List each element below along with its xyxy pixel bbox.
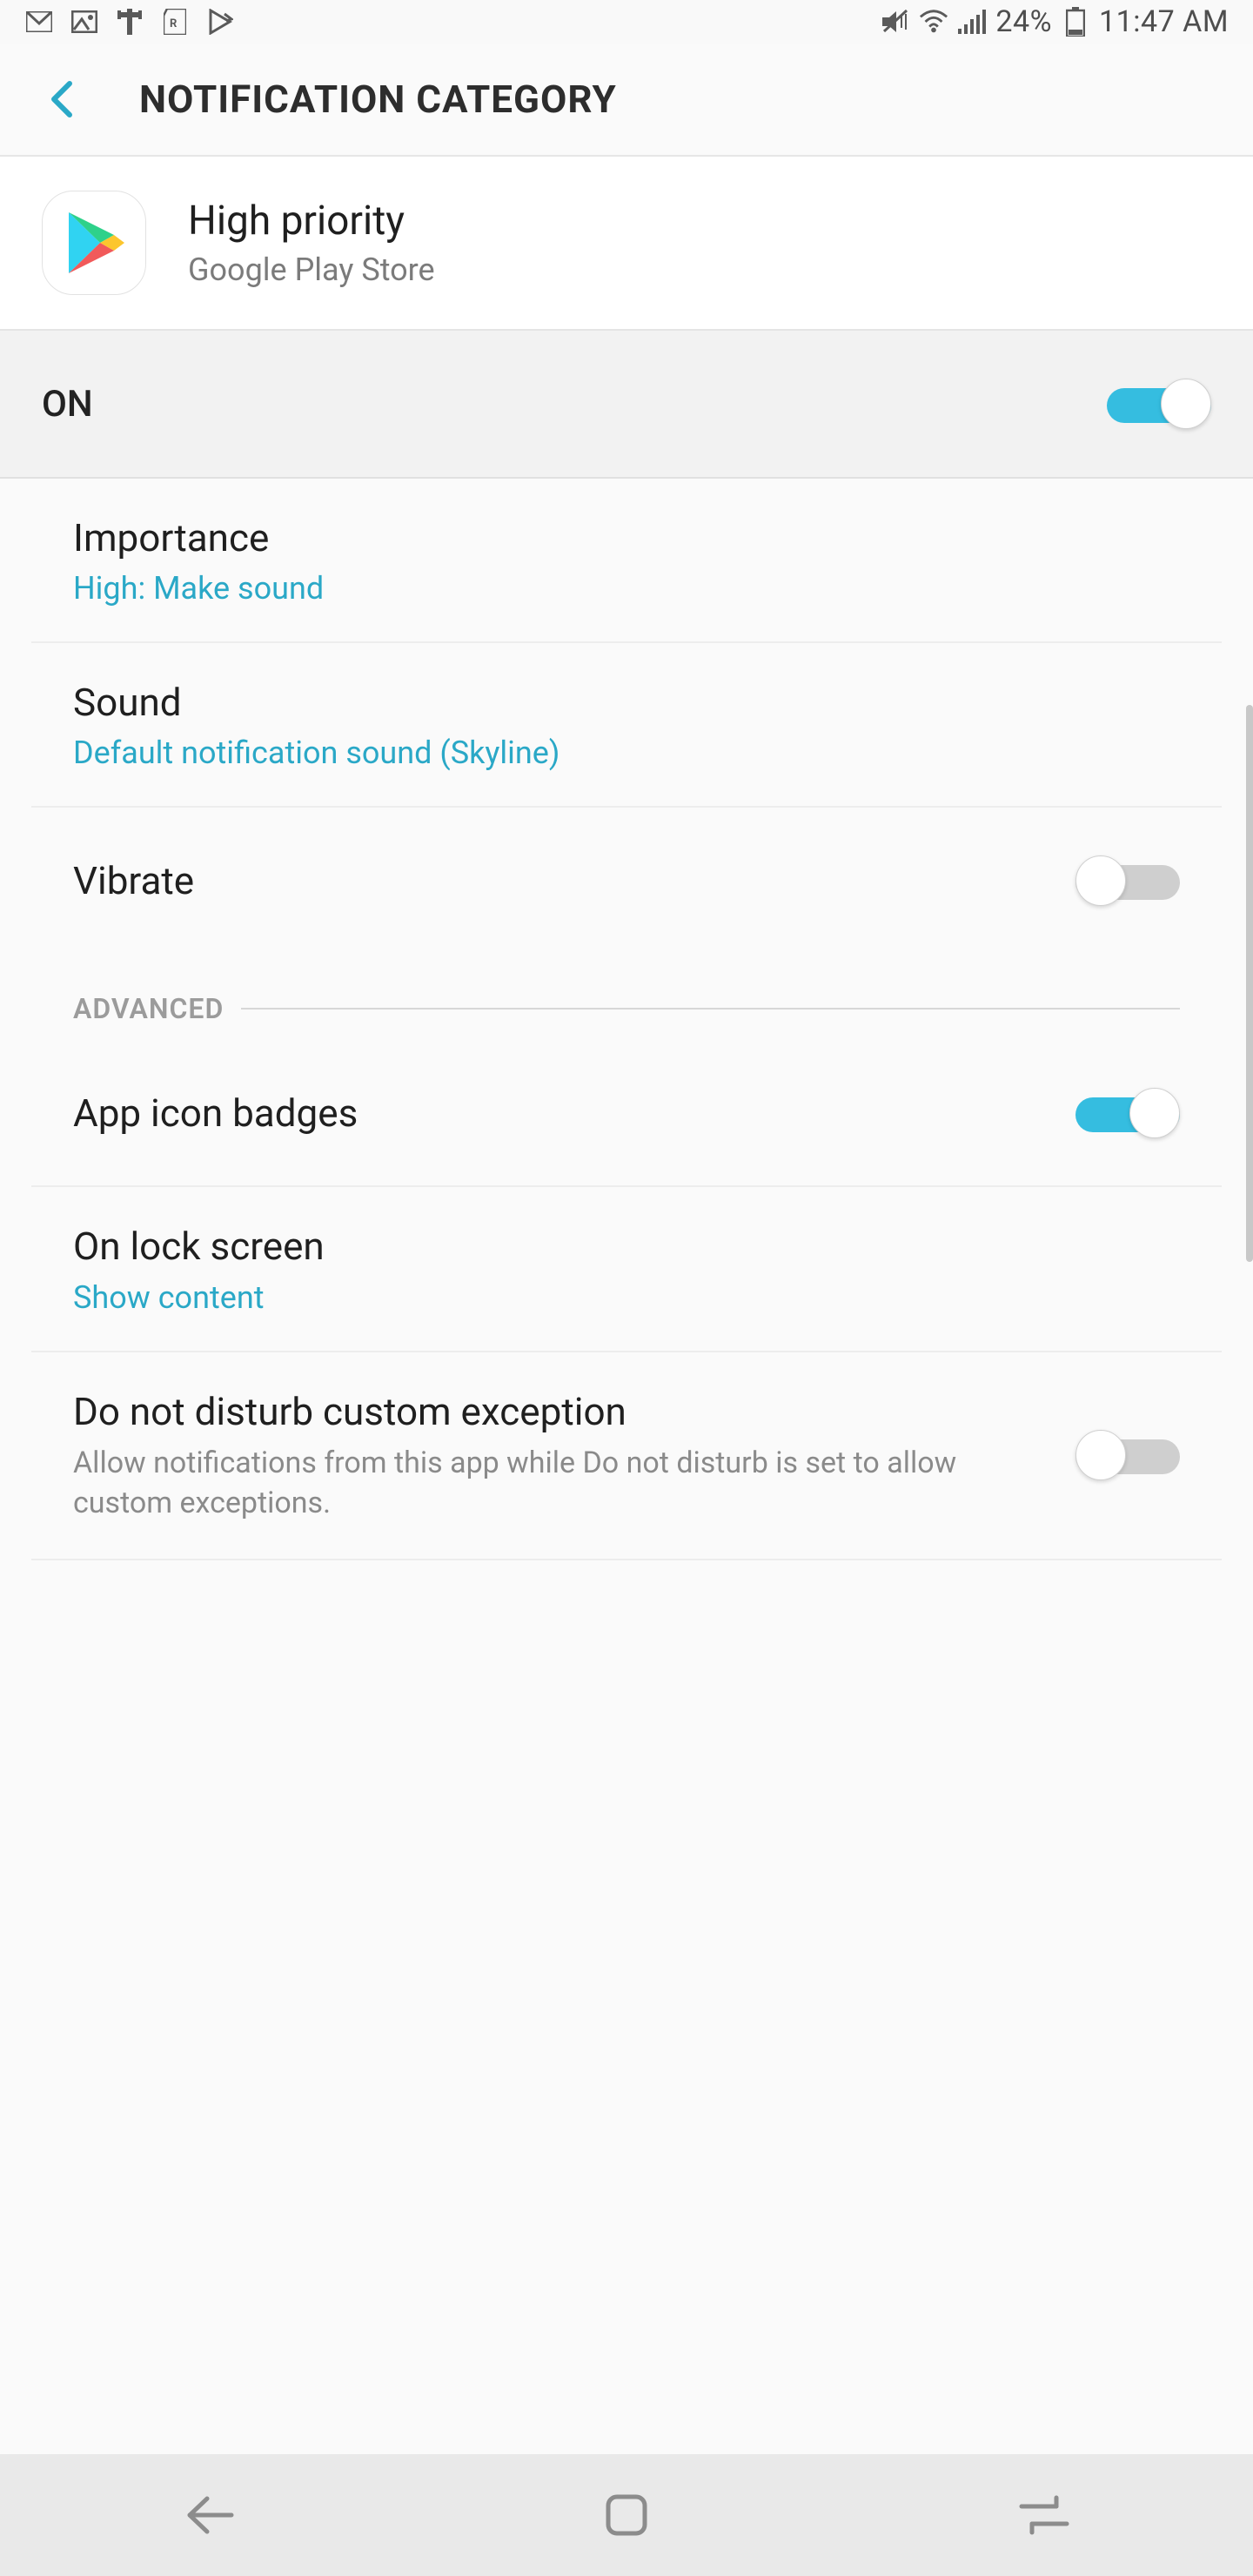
dnd-desc: Allow notifications from this app while … [73,1444,1041,1524]
gmail-icon [24,7,54,37]
importance-title: Importance [73,513,1145,563]
master-toggle[interactable] [1107,376,1211,432]
app-name: Google Play Store [188,252,435,288]
vibrate-title: Vibrate [73,856,1041,906]
app-header: High priority Google Play Store [0,157,1253,331]
master-toggle-label: ON [42,383,93,426]
play-protect-icon [205,7,235,37]
tmobile-icon [115,7,144,37]
nav-home-button[interactable] [587,2485,666,2546]
statusbar: R 24% 11:47 AM [0,0,1253,44]
signal-icon [957,7,987,37]
importance-value: High: Make sound [73,570,1145,607]
dnd-toggle[interactable] [1075,1427,1180,1483]
dnd-title: Do not disturb custom exception [73,1387,1041,1437]
navigation-bar [0,2454,1253,2576]
vibrate-toggle[interactable] [1075,853,1180,909]
badges-title: App icon badges [73,1089,1041,1138]
badges-row[interactable]: App icon badges [31,1041,1222,1187]
svg-text:R: R [170,17,178,30]
nav-back-button[interactable] [170,2485,248,2546]
sound-row[interactable]: Sound Default notification sound (Skylin… [31,643,1222,808]
battery-percent: 24% [995,4,1052,39]
sound-value: Default notification sound (Skyline) [73,735,1145,771]
titlebar: NOTIFICATION CATEGORY [0,44,1253,157]
sim-icon: R [160,7,190,37]
advanced-section-header: ADVANCED [31,954,1222,1041]
master-toggle-row[interactable]: ON [0,331,1253,479]
lockscreen-row[interactable]: On lock screen Show content [31,1187,1222,1352]
divider [241,1008,1180,1010]
nav-recents-button[interactable] [1005,2485,1083,2546]
back-button[interactable] [35,73,87,125]
clock: 11:47 AM [1099,4,1229,39]
wifi-icon [919,7,948,37]
badges-toggle[interactable] [1075,1085,1180,1141]
vibrate-row[interactable]: Vibrate [31,808,1222,954]
sound-title: Sound [73,678,1145,728]
category-name: High priority [188,198,435,245]
importance-row[interactable]: Importance High: Make sound [31,479,1222,643]
dnd-row[interactable]: Do not disturb custom exception Allow no… [31,1352,1222,1560]
page-title: NOTIFICATION CATEGORY [139,77,617,122]
advanced-label: ADVANCED [73,992,224,1025]
lockscreen-title: On lock screen [73,1222,1145,1271]
play-store-icon [42,191,146,295]
vibrate-mute-icon [881,7,910,37]
scrollbar[interactable] [1246,705,1253,1262]
gallery-icon [70,7,99,37]
battery-icon [1061,7,1090,37]
lockscreen-value: Show content [73,1279,1145,1316]
